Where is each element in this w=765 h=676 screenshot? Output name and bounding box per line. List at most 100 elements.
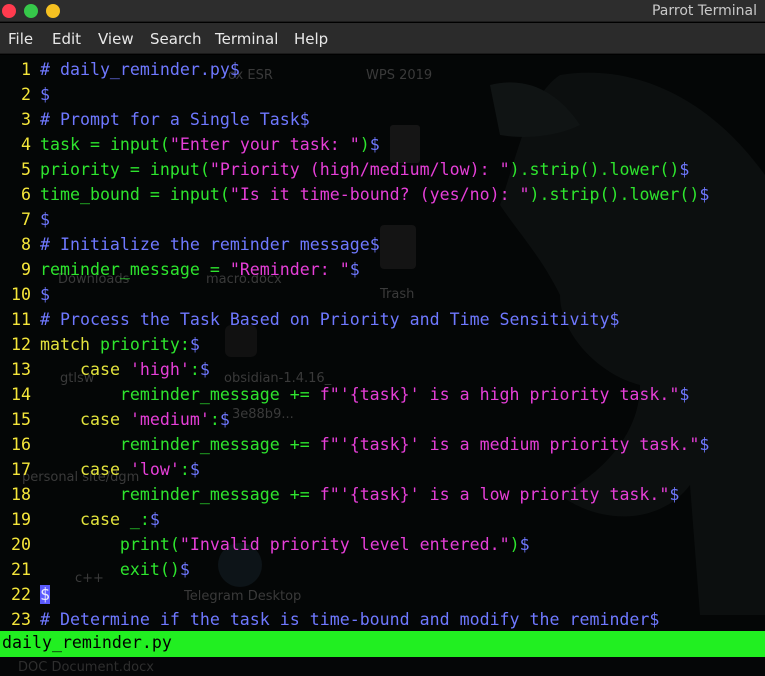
code-token: ).strip().lower() [509,160,680,179]
code-line[interactable]: 4 task = input("Enter your task: ")$ [0,132,765,157]
end-of-line-marker: $ [679,160,690,179]
code-token: ( [199,160,210,179]
menu-help[interactable]: Help [294,30,328,48]
code-token: "Priority (high/medium/low): " [209,160,510,179]
code-token: reminder_message = [40,260,230,279]
code-token: priority: [89,335,190,354]
end-of-line-marker: $ [369,235,380,254]
code-line[interactable]: 3 # Prompt for a Single Task$ [0,107,765,132]
line-number: 16 [11,435,31,454]
code-line[interactable]: 19 case _:$ [0,507,765,532]
end-of-line-marker: $ [699,435,710,454]
code-token: match [40,335,90,354]
line-number: 8 [21,235,31,254]
menu-file[interactable]: File [8,30,33,48]
minimize-window-button[interactable] [24,4,38,18]
line-number: 6 [21,185,31,204]
line-number: 11 [11,310,31,329]
code-token: f"'{task}' is a low priority task." [319,485,670,504]
code-line[interactable]: 21 exit()$ [0,557,765,582]
code-token: ( [159,135,170,154]
line-number: 3 [21,110,31,129]
code-line[interactable]: 1 # daily_reminder.py$ [0,57,765,82]
code-line[interactable]: 12 match priority:$ [0,332,765,357]
window-title: Parrot Terminal [651,3,757,19]
window-titlebar: Parrot Terminal [0,0,765,22]
code-token: input [169,185,220,204]
code-line[interactable]: 10 $ [0,282,765,307]
code-token: # Initialize the reminder message [40,235,370,254]
code-token: "Enter your task: " [169,135,360,154]
code-line[interactable]: 15 case 'medium':$ [0,407,765,432]
code-token: task = [40,135,110,154]
code-token: ( [169,535,180,554]
end-of-line-marker: $ [40,85,50,104]
code-token: input [109,135,160,154]
code-line[interactable]: 9 reminder_message = "Reminder: "$ [0,257,765,282]
code-view[interactable]: 1 # daily_reminder.py$ 2 $3 # Prompt for a S… [0,57,765,631]
menu-bar: File Edit View Search Terminal Help [0,23,765,54]
line-number: 23 [11,610,31,629]
code-token: case [79,360,120,379]
end-of-line-marker: $ [669,485,680,504]
code-token: 'low' [129,460,180,479]
line-number: 10 [11,285,31,304]
code-token: exit() [40,560,180,579]
line-number: 12 [11,335,31,354]
code-line[interactable]: 8 # Initialize the reminder message$ [0,232,765,257]
desktop-strip: DOC Document.docx [0,657,765,676]
text-cursor: $ [40,585,50,604]
end-of-line-marker: $ [299,110,310,129]
end-of-line-marker: $ [699,185,710,204]
end-of-line-marker: $ [679,385,690,404]
code-line[interactable]: 11 # Process the Task Based on Priority a… [0,307,765,332]
line-number: 18 [11,485,31,504]
code-token: "Invalid priority level entered." [179,535,510,554]
end-of-line-marker: $ [229,60,240,79]
code-line[interactable]: 22 $ [0,582,765,607]
line-number: 4 [21,135,31,154]
code-line[interactable]: 23 # Determine if the task is time-bound … [0,607,765,631]
code-line[interactable]: 5 priority = input("Priority (high/medium… [0,157,765,182]
line-number: 14 [11,385,31,404]
line-number: 9 [21,260,31,279]
code-token: f"'{task}' is a high priority task." [319,385,680,404]
end-of-line-marker: $ [149,510,160,529]
code-token: priority = [40,160,150,179]
code-token: "Is it time-bound? (yes/no): " [229,185,530,204]
close-window-button[interactable] [2,4,16,18]
code-line[interactable]: 17 case 'low':$ [0,457,765,482]
code-token: ) [509,535,520,554]
code-line[interactable]: 13 case 'high':$ [0,357,765,382]
code-token: # daily_reminder.py [40,60,230,79]
code-token: print [40,535,170,554]
code-token: ) [359,135,370,154]
menu-view[interactable]: View [98,30,134,48]
menu-edit[interactable]: Edit [52,30,81,48]
code-line[interactable]: 16 reminder_message += f"'{task}' is a m… [0,432,765,457]
code-line[interactable]: 2 $ [0,82,765,107]
line-number: 2 [21,85,31,104]
code-line[interactable]: 7 $ [0,207,765,232]
code-line[interactable]: 14 reminder_message += f"'{task}' is a h… [0,382,765,407]
code-token: f"'{task}' is a medium priority task." [319,435,700,454]
code-token: input [149,160,200,179]
end-of-line-marker: $ [189,335,200,354]
code-line[interactable]: 18 reminder_message += f"'{task}' is a l… [0,482,765,507]
end-of-line-marker: $ [189,460,200,479]
code-token: : [209,410,220,429]
code-token: # Process the Task Based on Priority and… [40,310,610,329]
menu-terminal[interactable]: Terminal [215,30,278,48]
end-of-line-marker: $ [40,210,50,229]
terminal-editor-area[interactable]: ox ESR WPS 2019 Trash Downloads macro.do… [0,55,765,631]
code-line[interactable]: 20 print("Invalid priority level entered… [0,532,765,557]
menu-search[interactable]: Search [150,30,202,48]
code-token: reminder_message += [40,485,320,504]
maximize-window-button[interactable] [46,4,60,18]
line-number: 17 [11,460,31,479]
end-of-line-marker: $ [199,360,210,379]
code-line[interactable]: 6 time_bound = input("Is it time-bound? (… [0,182,765,207]
